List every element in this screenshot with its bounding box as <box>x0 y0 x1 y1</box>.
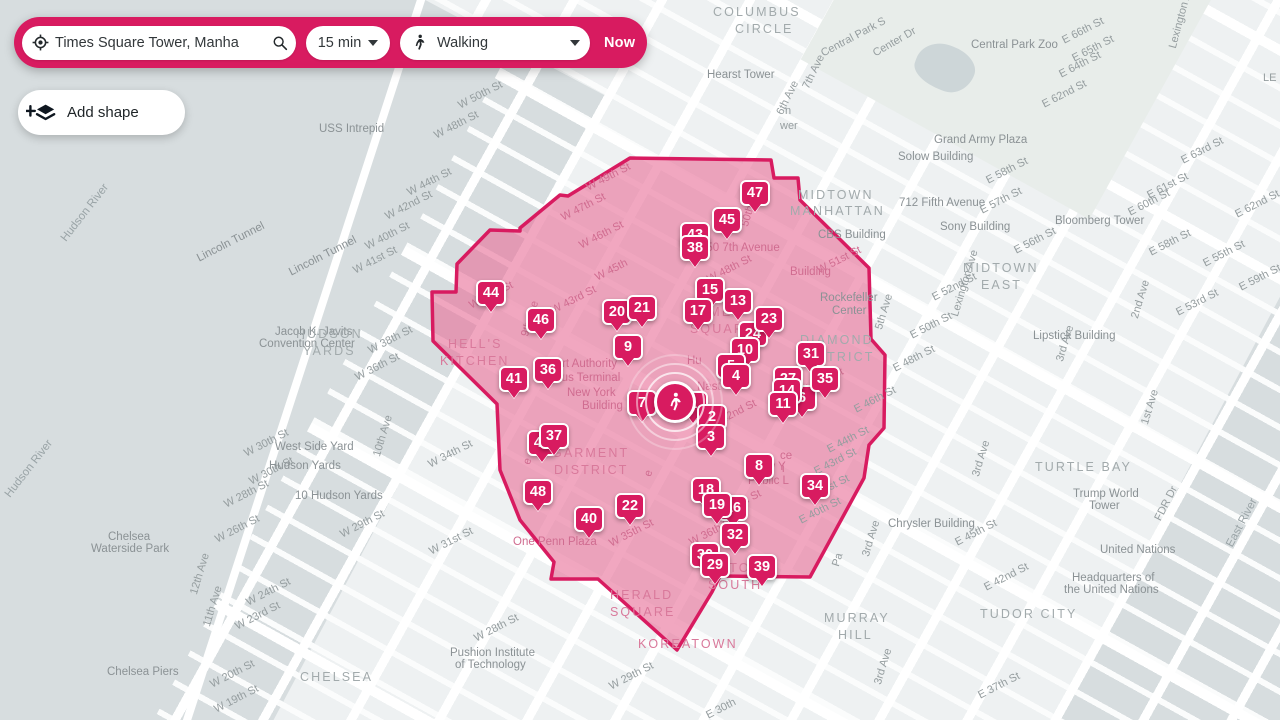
map-marker[interactable]: 4 <box>721 363 751 389</box>
map-marker[interactable]: 44 <box>476 280 506 306</box>
map-marker[interactable]: 36 <box>533 357 563 383</box>
map-marker[interactable]: 29 <box>700 552 730 578</box>
walking-person-icon <box>670 392 681 411</box>
map-canvas[interactable]: Center Dr Central Park S 7th Ave 6th Ave wer… <box>0 0 1280 720</box>
map-marker[interactable]: 45 <box>712 207 742 233</box>
map-marker[interactable]: 19 <box>702 492 732 518</box>
map-marker-label: 36 <box>533 357 563 383</box>
travel-mode-dropdown[interactable]: Walking <box>400 25 590 60</box>
map-marker-label: 47 <box>740 180 770 206</box>
map-marker[interactable]: 39 <box>747 554 777 580</box>
map-marker-label: 37 <box>539 423 569 449</box>
map-marker[interactable]: 31 <box>796 341 826 367</box>
map-marker[interactable]: 35 <box>810 366 840 392</box>
map-marker[interactable]: 11 <box>768 391 798 417</box>
map-marker[interactable]: 37 <box>539 423 569 449</box>
map-marker-label: 9 <box>613 334 643 360</box>
map-marker-label: 40 <box>574 506 604 532</box>
map-marker-label: 48 <box>523 479 553 505</box>
map-marker[interactable]: 41 <box>499 366 529 392</box>
search-control-bar: Times Square Tower, Manha 15 min Walking… <box>14 17 648 68</box>
duration-label: 15 min <box>317 34 362 51</box>
map-marker-label: 19 <box>702 492 732 518</box>
map-marker-label: 39 <box>747 554 777 580</box>
map-marker-label: 32 <box>720 522 750 548</box>
map-marker-label: 35 <box>810 366 840 392</box>
map-marker-label: 23 <box>754 306 784 332</box>
map-marker[interactable]: 34 <box>800 473 830 499</box>
map-marker-label: 45 <box>712 207 742 233</box>
map-marker[interactable]: 48 <box>523 479 553 505</box>
map-marker-label: 34 <box>800 473 830 499</box>
map-marker-label: 22 <box>615 493 645 519</box>
walking-person-icon <box>415 34 425 50</box>
add-shape-label: Add shape <box>67 104 139 121</box>
map-marker[interactable]: 21 <box>627 295 657 321</box>
map-marker[interactable]: 8 <box>744 453 774 479</box>
map-marker[interactable]: 9 <box>613 334 643 360</box>
search-icon[interactable] <box>272 35 288 51</box>
now-button[interactable]: Now <box>604 35 635 51</box>
map-marker-label: 21 <box>627 295 657 321</box>
travel-mode-label: Walking <box>437 34 489 51</box>
map-marker-label: 8 <box>744 453 774 479</box>
map-marker-label: 41 <box>499 366 529 392</box>
map-marker-label: 11 <box>768 391 798 417</box>
search-input[interactable]: Times Square Tower, Manha <box>55 35 272 51</box>
map-marker-label: 4 <box>721 363 751 389</box>
location-search-field[interactable]: Times Square Tower, Manha <box>22 25 296 60</box>
map-marker[interactable]: 40 <box>574 506 604 532</box>
map-marker[interactable]: 13 <box>723 288 753 314</box>
map-marker[interactable]: 46 <box>526 307 556 333</box>
map-marker-label: 46 <box>526 307 556 333</box>
current-location-marker[interactable] <box>627 354 723 450</box>
map-marker-label: 44 <box>476 280 506 306</box>
map-marker[interactable]: 17 <box>683 298 713 324</box>
map-marker[interactable]: 38 <box>680 235 710 261</box>
duration-dropdown[interactable]: 15 min <box>306 25 390 60</box>
target-icon <box>32 34 49 51</box>
map-marker-label: 17 <box>683 298 713 324</box>
map-marker-label: 29 <box>700 552 730 578</box>
map-marker[interactable]: 23 <box>754 306 784 332</box>
map-application: Center Dr Central Park S 7th Ave 6th Ave wer… <box>0 0 1280 720</box>
current-location-dot <box>654 381 696 423</box>
map-marker-label: 31 <box>796 341 826 367</box>
map-marker[interactable]: 47 <box>740 180 770 206</box>
map-marker-label: 13 <box>723 288 753 314</box>
map-marker[interactable]: 22 <box>615 493 645 519</box>
chevron-down-icon <box>368 39 379 46</box>
map-marker[interactable]: 32 <box>720 522 750 548</box>
plus-layers-icon <box>18 90 63 135</box>
add-shape-button[interactable]: Add shape <box>18 90 185 135</box>
map-marker-label: 38 <box>680 235 710 261</box>
chevron-down-icon <box>570 39 580 46</box>
